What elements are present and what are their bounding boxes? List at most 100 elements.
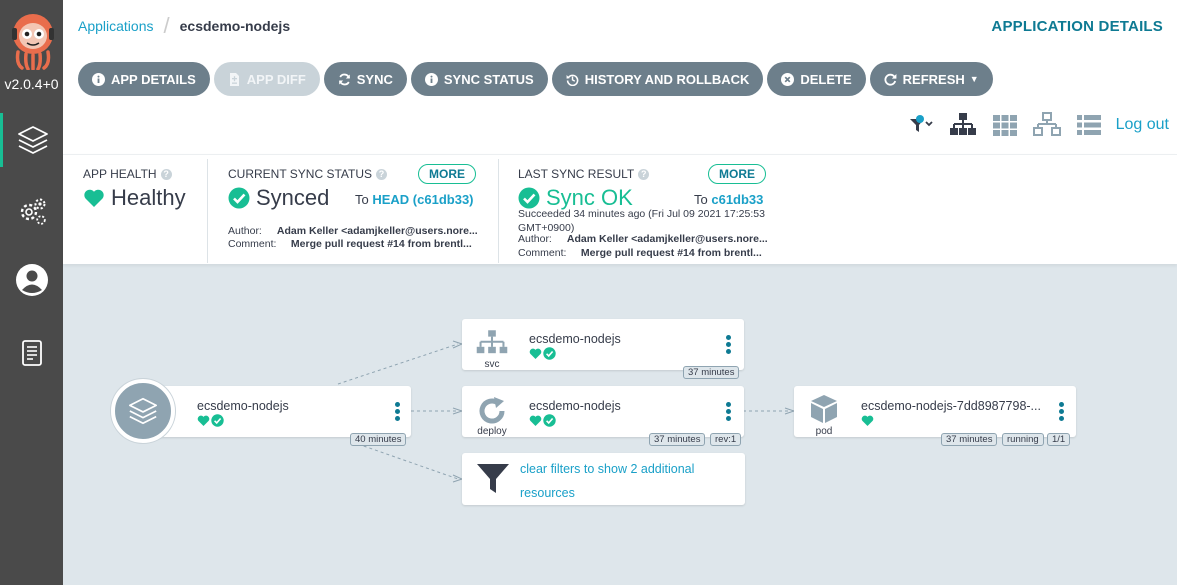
last-sync-target: To c61db33 [694,192,763,207]
pods-view-button[interactable] [990,110,1020,140]
breadcrumb: Applications / ecsdemo-nodejs [78,15,291,37]
tree-view-button[interactable] [948,110,978,140]
sidebar-item-documentation[interactable] [0,326,63,380]
breadcrumb-current: ecsdemo-nodejs [179,18,291,34]
author-label: Author: [518,233,552,245]
app-health-text: Healthy [111,185,186,210]
last-sync-target-prefix: To [694,192,708,207]
network-icon [1032,112,1061,136]
clear-filters-link[interactable]: clear filters to show 2 additional resou… [520,457,720,505]
sidebar-item-settings[interactable] [0,184,63,238]
current-sync-label-wrap: CURRENT SYNC STATUS ? [228,167,388,181]
network-view-button[interactable] [1032,110,1062,140]
deploy-node-kind: deploy [477,426,507,437]
app-health-value: Healthy [83,185,186,211]
argo-logo-icon[interactable] [10,12,56,70]
app-health-section: APP HEALTH ? Healthy [63,159,208,263]
sync-status-label: SYNC STATUS [443,71,534,87]
resource-tree-graph: ecsdemo-nodejs 40 minutes svc ecsdemo-no… [63,264,1177,585]
heart-icon [861,415,874,426]
history-icon [566,73,579,86]
list-icon [1076,115,1101,135]
page-title: APPLICATION DETAILS [991,18,1163,35]
pod-node-age-tag: 37 minutes [941,433,998,446]
times-circle-icon [781,72,795,86]
sync-status-button[interactable]: SYNC STATUS [410,62,548,96]
help-icon[interactable]: ? [376,168,388,180]
cube-icon [811,395,837,423]
heart-icon [529,348,542,359]
sync-button[interactable]: SYNC [323,62,407,96]
sync-status-text: Synced [256,185,330,210]
refresh-label: REFRESH [902,71,965,87]
last-sync-revision-link[interactable]: c61db33 [711,192,763,207]
last-sync-label-wrap: LAST SYNC RESULT ? [518,167,650,181]
app-diff-label: APP DIFF [246,71,306,87]
filter-node: clear filters to show 2 additional resou… [462,453,745,505]
chevron-down-icon: ▼ [969,74,979,84]
deploy-node[interactable]: deploy ecsdemo-nodejs 37 minutes rev:1 [462,386,744,446]
refresh-button[interactable]: REFRESH ▼ [869,62,993,96]
pod-node[interactable]: pod ecsdemo-nodejs-7dd8987798-... 37 min… [794,386,1076,446]
grid-icon [992,115,1017,136]
last-sync-succeeded: Succeeded 34 minutes ago (Fri Jul 09 202… [518,208,765,234]
redo-icon [884,73,897,86]
top-bar: Applications / ecsdemo-nodejs APPLICATIO… [63,0,1177,54]
pod-node-menu-button[interactable] [1059,402,1065,423]
delete-button[interactable]: DELETE [767,62,866,96]
filter-toggle[interactable] [906,110,936,140]
check-circle-icon [228,187,250,209]
app-node-icon [111,379,175,443]
app-node-name: ecsdemo-nodejs [197,399,289,413]
check-circle-icon [518,187,540,209]
logout-link[interactable]: Log out [1116,116,1169,134]
deploy-node-revision-tag: rev:1 [710,433,742,446]
deploy-node-age-tag: 37 minutes [649,433,706,446]
pod-node-kind: pod [815,426,833,437]
svc-node-age-tag: 37 minutes [683,366,740,379]
pod-node-ready-tag: 1/1 [1047,433,1071,446]
app-details-button[interactable]: APP DETAILS [78,62,210,96]
app-node-status [197,414,224,427]
sidebar: v2.0.4+0 [0,0,63,585]
layers-icon [128,397,158,425]
sync-target-prefix: To [355,192,369,207]
history-rollback-button[interactable]: HISTORY AND ROLLBACK [551,62,764,96]
comment-value: Merge pull request #14 from brentl... [580,247,762,259]
last-sync-author: Author: Adam Keller <adamjkeller@users.n… [518,233,768,245]
sync-status-value: Synced [228,185,329,211]
check-circle-icon [543,347,556,360]
deploy-node-menu-button[interactable] [726,402,732,423]
sitemap-icon [476,330,508,354]
history-rollback-label: HISTORY AND ROLLBACK [584,71,750,87]
help-icon[interactable]: ? [160,168,172,180]
app-node[interactable]: ecsdemo-nodejs 40 minutes [138,386,411,446]
view-switcher: Log out [900,110,1177,140]
book-icon [21,340,42,366]
info-circle-icon [424,72,438,86]
delete-label: DELETE [800,71,852,87]
svc-node-menu-button[interactable] [726,335,732,356]
sync-target-revision-link[interactable]: HEAD (c61db33) [372,192,473,207]
last-sync-more-button[interactable]: MORE [708,164,766,184]
info-circle-icon [92,72,105,86]
current-sync-more-button[interactable]: MORE [418,164,476,184]
file-diff-icon [228,72,241,86]
help-icon[interactable]: ? [638,168,650,180]
app-node-menu-button[interactable] [395,402,401,423]
breadcrumb-applications-link[interactable]: Applications [78,18,154,34]
heart-icon [197,415,210,426]
heart-icon [84,189,104,207]
author-value: Adam Keller <adamjkeller@users.nore... [566,233,768,245]
layers-icon [18,126,48,154]
app-diff-button[interactable]: APP DIFF [213,62,320,96]
app-health-label: APP HEALTH [83,167,157,181]
list-view-button[interactable] [1074,110,1104,140]
svc-node[interactable]: svc ecsdemo-nodejs 37 minutes [462,319,744,379]
check-circle-icon [211,414,224,427]
deploy-refresh-icon [479,397,505,424]
last-sync-section: LAST SYNC RESULT ? MORE Sync OK To c61db… [499,159,779,263]
filter-funnel-icon [477,464,509,493]
sidebar-item-user-info[interactable] [0,253,63,307]
sidebar-item-applications[interactable] [0,113,63,167]
